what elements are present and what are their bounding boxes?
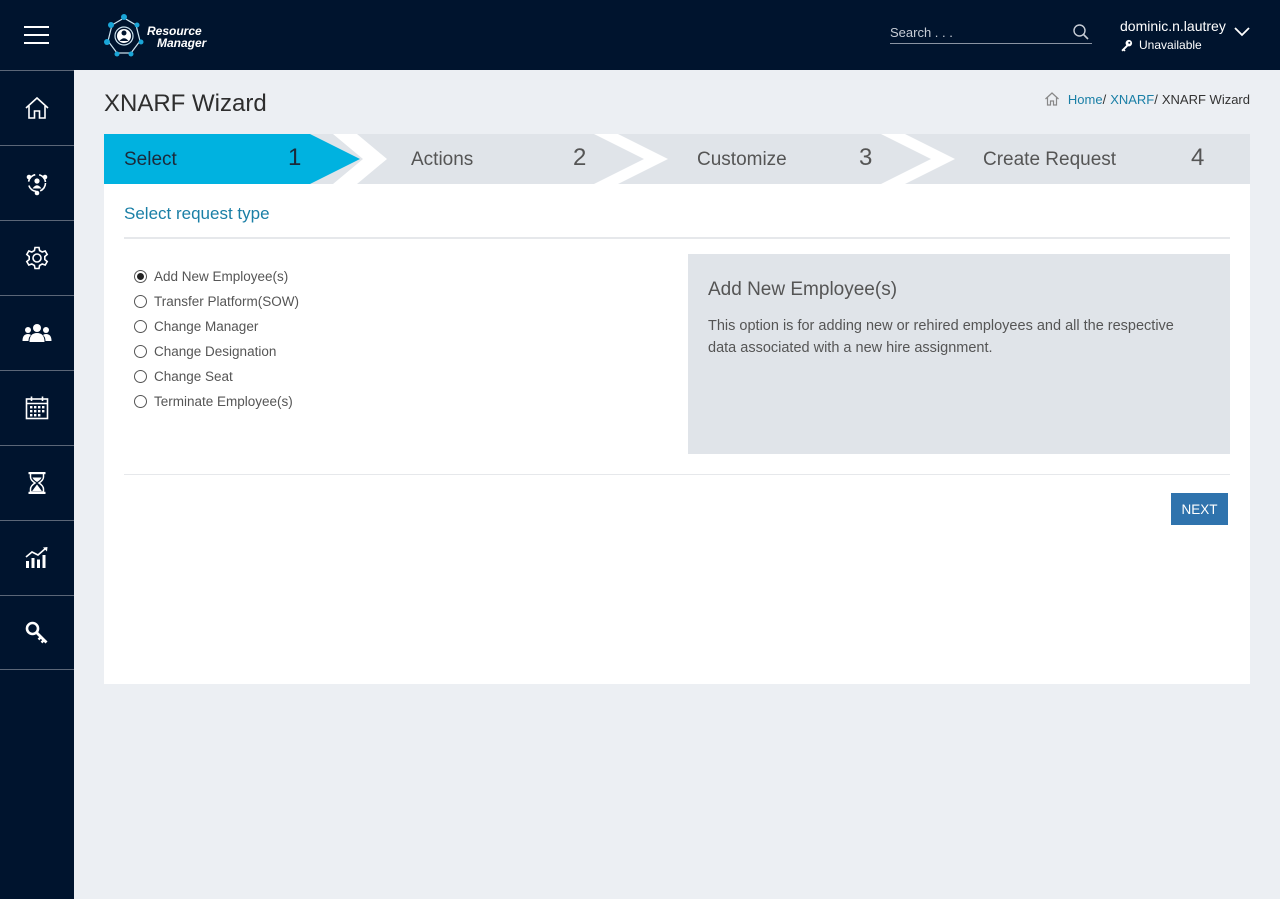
logo-text: Resource Manager	[147, 25, 206, 49]
divider	[124, 474, 1230, 475]
step-number: 2	[573, 144, 587, 171]
breadcrumb-current: XNARF Wizard	[1161, 91, 1250, 107]
wizard-step-customize[interactable]: Customize 3	[668, 134, 955, 184]
sidebar-divider	[0, 669, 74, 670]
top-bar: Resource Manager dominic.n.lautrey Unava…	[0, 0, 1280, 70]
radio-button[interactable]	[134, 370, 147, 383]
user-status-label: Unavailable	[1139, 38, 1202, 52]
sidebar-item-timesheet[interactable]	[0, 445, 74, 520]
user-status: Unavailable	[1120, 38, 1202, 52]
gear-icon	[25, 246, 49, 270]
step-number: 1	[288, 144, 302, 171]
option-change-seat[interactable]: Change Seat	[134, 364, 434, 389]
logo-network-icon	[104, 14, 144, 57]
next-button[interactable]: NEXT	[1171, 493, 1228, 525]
radio-button[interactable]	[134, 320, 147, 333]
option-label: Change Designation	[154, 343, 277, 359]
step-label: Create Request	[983, 149, 1117, 170]
option-change-manager[interactable]: Change Manager	[134, 314, 434, 339]
home-icon	[25, 96, 49, 119]
option-label: Change Seat	[154, 368, 233, 384]
wizard-step-select[interactable]: Select 1	[104, 134, 360, 184]
wizard-card: Select 1 Actions 2 Customize 3 Create Re…	[104, 134, 1250, 684]
home-icon[interactable]	[1044, 91, 1060, 107]
sidebar-item-home[interactable]	[0, 70, 74, 145]
radio-button[interactable]	[134, 395, 147, 408]
search-input[interactable]	[890, 22, 1065, 42]
user-menu[interactable]: dominic.n.lautrey Unavailable	[1120, 17, 1260, 57]
step-number: 4	[1191, 144, 1205, 171]
request-type-options: Add New Employee(s) Transfer Platform(SO…	[134, 264, 434, 414]
option-change-designation[interactable]: Change Designation	[134, 339, 434, 364]
sidebar-item-calendar[interactable]	[0, 370, 74, 445]
sidebar-item-reports[interactable]	[0, 520, 74, 595]
option-label: Terminate Employee(s)	[154, 393, 293, 409]
wizard-step-create-request[interactable]: Create Request 4	[955, 134, 1250, 184]
description-title: Add New Employee(s)	[708, 279, 898, 300]
option-transfer-platform[interactable]: Transfer Platform(SOW)	[134, 289, 434, 314]
option-description-panel: Add New Employee(s) This option is for a…	[688, 254, 1230, 454]
step-number: 3	[859, 144, 873, 171]
sidebar-item-settings[interactable]	[0, 220, 74, 295]
option-terminate-employee[interactable]: Terminate Employee(s)	[134, 389, 434, 414]
hamburger-icon	[24, 26, 49, 44]
network-people-icon	[26, 173, 48, 196]
step-label: Select	[124, 149, 177, 170]
chevron-down-icon[interactable]	[1234, 25, 1250, 37]
radio-button[interactable]	[134, 295, 147, 308]
sidebar-item-team[interactable]	[0, 295, 74, 370]
breadcrumb-home-link[interactable]: Home	[1068, 92, 1103, 107]
option-label: Change Manager	[154, 318, 259, 334]
menu-toggle-button[interactable]	[0, 0, 74, 70]
calendar-icon	[25, 396, 49, 420]
search-icon[interactable]	[1072, 23, 1090, 41]
radio-button[interactable]	[134, 345, 147, 358]
breadcrumb-separator: /	[1102, 91, 1107, 107]
sidebar-item-access[interactable]	[0, 595, 74, 670]
option-label: Transfer Platform(SOW)	[154, 293, 300, 309]
option-label: Add New Employee(s)	[154, 268, 289, 284]
key-icon	[25, 621, 48, 644]
team-icon	[22, 324, 52, 342]
app-logo[interactable]: Resource Manager	[103, 11, 223, 59]
key-icon	[1121, 39, 1133, 52]
breadcrumb: Home / XNARF / XNARF Wizard	[1044, 91, 1250, 107]
sidebar-item-network[interactable]	[0, 145, 74, 220]
search-box	[890, 22, 1092, 44]
wizard-step-actions[interactable]: Actions 2	[387, 134, 668, 184]
step-label: Actions	[411, 149, 474, 170]
divider	[124, 237, 1230, 239]
description-text: This option is for adding new or rehired…	[708, 318, 1174, 356]
logo-line-2: Manager	[157, 36, 207, 50]
hourglass-icon	[28, 472, 46, 494]
section-title: Select request type	[124, 204, 270, 223]
breadcrumb-separator: /	[1154, 91, 1158, 107]
step-label: Customize	[697, 149, 787, 170]
wizard-steps: Select 1 Actions 2 Customize 3 Create Re…	[104, 134, 1250, 184]
sidebar	[0, 70, 74, 899]
radio-button[interactable]	[134, 270, 147, 283]
breadcrumb-xnarf-link[interactable]: XNARF	[1110, 92, 1154, 107]
chart-icon	[25, 547, 48, 568]
page-title: XNARF Wizard	[104, 90, 267, 117]
option-add-new-employee[interactable]: Add New Employee(s)	[134, 264, 434, 289]
